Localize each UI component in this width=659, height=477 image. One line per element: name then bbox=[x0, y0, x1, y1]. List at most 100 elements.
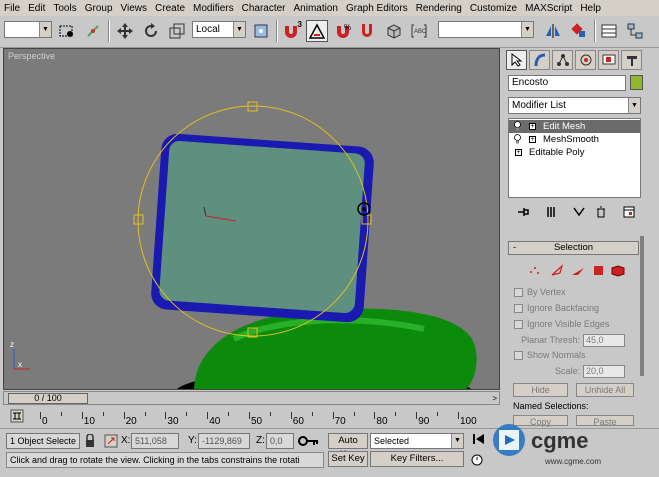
menu-views[interactable]: Views bbox=[121, 3, 148, 14]
edit-named-selection-button[interactable]: ABC bbox=[408, 20, 430, 42]
align-button[interactable] bbox=[568, 20, 590, 42]
key-mode-dropdown[interactable]: Selected ▼ bbox=[370, 433, 464, 449]
checkbox-label: Ignore Backfacing bbox=[527, 303, 600, 313]
select-manipulate-button[interactable] bbox=[82, 20, 104, 42]
named-selection-sets-button[interactable] bbox=[382, 20, 404, 42]
named-selection-dropdown[interactable]: ▼ bbox=[438, 21, 534, 38]
menu-create[interactable]: Create bbox=[155, 3, 185, 14]
remove-modifier-button[interactable] bbox=[592, 203, 610, 221]
perspective-viewport[interactable]: Perspective z x bbox=[3, 48, 500, 390]
menu-file[interactable]: File bbox=[4, 3, 20, 14]
planar-thresh-label: Planar Thresh: bbox=[521, 335, 580, 345]
menu-animation[interactable]: Animation bbox=[294, 3, 338, 14]
motion-icon bbox=[580, 54, 591, 66]
percent-snap-button[interactable]: % bbox=[332, 20, 354, 42]
ruler-tick-label: 20 bbox=[125, 416, 137, 427]
ignore-backfacing-checkbox[interactable]: Ignore Backfacing bbox=[514, 303, 599, 313]
auto-key-button[interactable]: Auto Key bbox=[328, 433, 368, 460]
selection-rollout-header[interactable]: - Selection bbox=[508, 241, 639, 255]
ruler-tick bbox=[290, 412, 292, 419]
stack-item-meshsmooth[interactable]: + MeshSmooth bbox=[509, 133, 640, 146]
tab-display[interactable] bbox=[598, 50, 619, 70]
reference-coordinate-dropdown[interactable]: Local ▼ bbox=[192, 21, 246, 38]
menu-customize[interactable]: Customize bbox=[470, 3, 517, 14]
time-slider-thumb[interactable]: 0 / 100 bbox=[8, 393, 88, 404]
move-arrows-icon bbox=[117, 23, 133, 39]
menu-tools[interactable]: Tools bbox=[53, 3, 76, 14]
tab-create[interactable] bbox=[506, 50, 527, 70]
menu-graph-editors[interactable]: Graph Editors bbox=[346, 3, 408, 14]
configure-icon bbox=[623, 206, 635, 218]
show-end-result-button[interactable] bbox=[542, 203, 560, 221]
key-filters-button[interactable]: Key Filters... bbox=[370, 451, 464, 467]
y-coord-field[interactable]: -1129,869 bbox=[198, 433, 250, 449]
tab-motion[interactable] bbox=[575, 50, 596, 70]
absolute-mode-button[interactable] bbox=[104, 434, 118, 448]
stack-item-editable-poly[interactable]: + Editable Poly bbox=[509, 146, 640, 159]
ruler-tick-label: 50 bbox=[251, 416, 263, 427]
ruler-tick bbox=[416, 412, 418, 419]
open-mini-curve-editor-button[interactable] bbox=[10, 409, 24, 423]
pivot-center-button[interactable] bbox=[250, 20, 272, 42]
cgme-watermark: cgme www.cgme.com bbox=[487, 418, 657, 474]
stack-item-edit-mesh[interactable]: + Edit Mesh bbox=[509, 120, 640, 133]
z-coord-field[interactable]: 0,0 bbox=[266, 433, 294, 449]
set-key-button[interactable]: Set Key bbox=[328, 451, 368, 467]
menu-edit[interactable]: Edit bbox=[28, 3, 45, 14]
angle-snap-button[interactable] bbox=[306, 20, 328, 42]
select-object-button[interactable] bbox=[56, 20, 78, 42]
x-coord-field[interactable]: 511,058 bbox=[131, 433, 179, 449]
hide-button[interactable]: Hide bbox=[513, 383, 568, 397]
menu-rendering[interactable]: Rendering bbox=[416, 3, 462, 14]
end-result-icon bbox=[547, 207, 555, 217]
hierarchy-icon bbox=[556, 54, 569, 66]
spinner-snap-button[interactable] bbox=[356, 20, 378, 42]
ignore-visible-edges-checkbox[interactable]: Ignore Visible Edges bbox=[514, 319, 609, 329]
mirror-button[interactable] bbox=[542, 20, 564, 42]
stack-item-label: Edit Mesh bbox=[543, 121, 586, 132]
object-color-swatch[interactable] bbox=[630, 75, 643, 90]
menu-group[interactable]: Group bbox=[85, 3, 113, 14]
menu-modifiers[interactable]: Modifiers bbox=[193, 3, 234, 14]
tab-hierarchy[interactable] bbox=[552, 50, 573, 70]
move-button[interactable] bbox=[114, 20, 136, 42]
expand-plus-icon[interactable]: + bbox=[515, 149, 522, 156]
menu-character[interactable]: Character bbox=[242, 3, 286, 14]
stopwatch-icon bbox=[471, 454, 483, 466]
pin-stack-button[interactable] bbox=[514, 203, 532, 221]
track-view-icon bbox=[601, 24, 617, 38]
selection-filter-dropdown[interactable]: ▼ bbox=[4, 21, 52, 38]
tab-utilities[interactable] bbox=[621, 50, 642, 70]
time-slider[interactable]: 0 / 100 > bbox=[3, 391, 500, 405]
object-name-field[interactable]: Encosto bbox=[508, 75, 626, 91]
make-unique-button[interactable] bbox=[570, 203, 588, 221]
panel-scrollbar[interactable] bbox=[640, 236, 644, 376]
schematic-view-button[interactable] bbox=[624, 20, 646, 42]
key-icon bbox=[298, 435, 320, 447]
configure-modifier-sets-button[interactable] bbox=[620, 203, 638, 221]
chevron-down-icon: ▼ bbox=[628, 98, 640, 113]
edge-level-icon bbox=[551, 264, 564, 276]
scale-button[interactable] bbox=[166, 20, 188, 42]
snap-toggle-button[interactable]: 3 bbox=[280, 20, 302, 42]
chevron-right-icon[interactable]: > bbox=[492, 394, 497, 403]
modify-bend-icon bbox=[534, 53, 545, 67]
time-config-button[interactable] bbox=[470, 452, 484, 466]
planar-thresh-spinner[interactable]: 45,0 bbox=[583, 334, 625, 347]
rotate-button[interactable] bbox=[140, 20, 162, 42]
modifier-list-dropdown[interactable]: Modifier List ▼ bbox=[508, 97, 641, 114]
expand-plus-icon[interactable]: + bbox=[529, 123, 536, 130]
show-normals-checkbox[interactable]: Show Normals bbox=[514, 350, 586, 360]
abc-brackets-icon: ABC bbox=[411, 24, 427, 38]
scale-spinner[interactable]: 20,0 bbox=[583, 365, 625, 378]
by-vertex-checkbox[interactable]: By Vertex bbox=[514, 287, 566, 297]
menu-help[interactable]: Help bbox=[580, 3, 601, 14]
tab-modify[interactable] bbox=[529, 50, 550, 70]
menu-maxscript[interactable]: MAXScript bbox=[525, 3, 572, 14]
track-view-button[interactable] bbox=[598, 20, 620, 42]
selection-lock-button[interactable] bbox=[84, 433, 96, 448]
expand-plus-icon[interactable]: + bbox=[529, 136, 536, 143]
schematic-icon bbox=[627, 23, 643, 39]
unhide-all-button[interactable]: Unhide All bbox=[576, 383, 634, 397]
ruler-tick-label: 10 bbox=[83, 416, 95, 427]
